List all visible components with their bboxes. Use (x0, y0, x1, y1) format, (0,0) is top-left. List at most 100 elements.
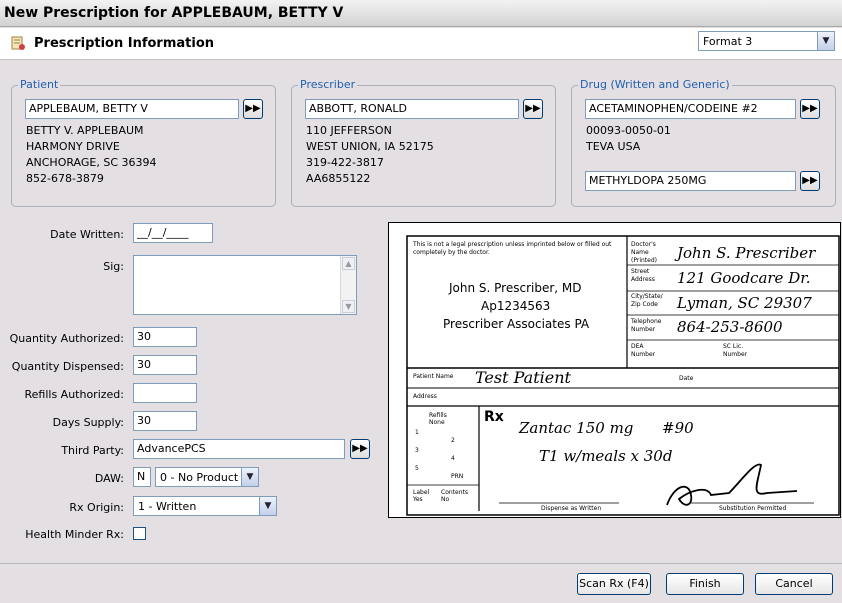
daw-code-input[interactable]: N (133, 467, 151, 487)
format-select[interactable]: Format 3 ▼ (698, 31, 835, 51)
chevron-down-icon[interactable]: ▼ (817, 32, 834, 50)
scan-refill-num: 3 (415, 447, 419, 454)
scan-hw-rx-line2: T1 w/meals x 30d (539, 447, 673, 465)
fast-forward-icon: ▶▶ (802, 175, 818, 186)
sig-label: Sig: (103, 260, 124, 273)
scanned-prescription-image: This is not a legal prescription unless … (388, 222, 841, 518)
patient-line: ANCHORAGE, SC 36394 (26, 156, 157, 169)
daw-label: DAW: (94, 472, 124, 485)
drug-lookup-button[interactable]: ▶▶ (800, 99, 820, 119)
scan-refill-num: 2 (451, 437, 455, 444)
fast-forward-icon: ▶▶ (802, 103, 818, 114)
prescriber-legend: Prescriber (298, 78, 358, 91)
scan-refill-num: PRN (451, 473, 464, 480)
prescriber-line: AA6855122 (306, 172, 371, 185)
fast-forward-icon: ▶▶ (525, 103, 541, 114)
date-written-label: Date Written: (50, 228, 124, 241)
scan-refill-num: 1 (415, 429, 419, 436)
generic-drug-lookup-button[interactable]: ▶▶ (800, 171, 820, 191)
drug-input[interactable]: ACETAMINOPHEN/CODEINE #2 (585, 99, 796, 119)
scan-label-sclic: SC Lic. Number (723, 343, 748, 358)
chevron-down-icon[interactable]: ▼ (241, 468, 258, 486)
patient-line: HARMONY DRIVE (26, 140, 120, 153)
health-minder-label: Health Minder Rx: (25, 528, 124, 541)
quantity-authorized-input[interactable]: 30 (133, 327, 197, 347)
scan-label-doctor: Doctor's Name (Printed) (631, 241, 657, 264)
finish-button[interactable]: Finish (666, 573, 744, 595)
scan-label-phone: Telephone Number (631, 318, 662, 333)
quantity-authorized-label: Quantity Authorized: (9, 332, 124, 345)
fast-forward-icon: ▶▶ (245, 103, 261, 114)
quantity-dispensed-input[interactable]: 30 (133, 355, 197, 375)
drug-line: TEVA USA (586, 140, 641, 153)
scroll-down-icon[interactable]: ▼ (342, 300, 355, 313)
scan-hw-rx-line1: Zantac 150 mg #90 (519, 419, 694, 437)
scan-dea-number: Ap1234563 (481, 299, 551, 313)
scan-label-patient: Patient Name (413, 373, 454, 380)
scan-hw-street: 121 Goodcare Dr. (677, 269, 811, 287)
daw-select[interactable]: 0 - No Product Se ▼ (155, 467, 259, 487)
chevron-down-icon[interactable]: ▼ (259, 497, 276, 515)
footer-bar: Scan Rx (F4) Finish Cancel (0, 563, 842, 603)
quantity-dispensed-label: Quantity Dispensed: (11, 360, 124, 373)
window-title-bar: New Prescription for APPLEBAUM, BETTY V (0, 0, 842, 27)
scan-refill-num: 4 (451, 455, 455, 462)
scan-rx-symbol: Rx (484, 409, 504, 425)
prescriber-input[interactable]: ABBOTT, RONALD (305, 99, 519, 119)
drug-legend: Drug (Written and Generic) (578, 78, 732, 91)
scan-hw-name: John S. Prescriber (677, 244, 816, 262)
sig-scrollbar[interactable]: ▲ ▼ (340, 256, 356, 314)
third-party-input[interactable]: AdvancePCS (133, 439, 345, 459)
refills-authorized-input[interactable] (133, 383, 197, 403)
scan-label-dea: DEA Number (631, 343, 656, 358)
patient-line: 852-678-3879 (26, 172, 104, 185)
window-title: New Prescription for APPLEBAUM, BETTY V (4, 5, 344, 21)
scan-hw-patient: Test Patient (475, 368, 571, 387)
scan-practice: Prescriber Associates PA (443, 317, 590, 331)
third-party-lookup-button[interactable]: ▶▶ (350, 439, 370, 459)
scan-hw-city: Lyman, SC 29307 (677, 294, 812, 312)
daw-select-value: 0 - No Product Se (160, 471, 242, 484)
scan-label-dispense: Dispense as Written (541, 505, 602, 512)
scan-label-label: Label Yes (413, 489, 430, 503)
rx-origin-select-value: 1 - Written (138, 500, 197, 513)
patient-line: BETTY V. APPLEBAUM (26, 124, 144, 137)
scan-refill-num: 5 (415, 465, 419, 472)
scan-notice: This is not a legal prescription unless … (413, 241, 612, 256)
date-written-input[interactable]: __/__/____ (133, 223, 213, 243)
rx-origin-select[interactable]: 1 - Written ▼ (133, 496, 277, 516)
prescription-icon (11, 36, 25, 50)
days-supply-label: Days Supply: (52, 416, 124, 429)
patient-lookup-button[interactable]: ▶▶ (243, 99, 263, 119)
section-header: Prescription Information Format 3 ▼ (0, 28, 842, 60)
scan-label-contents: Contents No (441, 489, 468, 503)
format-select-value: Format 3 (703, 35, 753, 48)
fast-forward-icon: ▶▶ (352, 443, 368, 454)
scan-label-date: Date (679, 375, 694, 382)
health-minder-checkbox[interactable] (133, 527, 146, 540)
scan-hw-phone: 864-253-8600 (677, 318, 783, 336)
sig-textarea[interactable]: ▲ ▼ (133, 255, 357, 315)
rx-origin-label: Rx Origin: (69, 501, 124, 514)
patient-legend: Patient (18, 78, 61, 91)
prescriber-line: WEST UNION, IA 52175 (306, 140, 434, 153)
generic-drug-input[interactable]: METHYLDOPA 250MG (585, 171, 796, 191)
scan-label-address: Address (413, 393, 437, 400)
prescriber-lookup-button[interactable]: ▶▶ (523, 99, 543, 119)
scroll-up-icon[interactable]: ▲ (342, 257, 355, 270)
prescriber-line: 110 JEFFERSON (306, 124, 392, 137)
scan-doctor-name: John S. Prescriber, MD (449, 281, 582, 295)
cancel-button[interactable]: Cancel (755, 573, 833, 595)
scan-label-substitution: Substitution Permitted (719, 505, 787, 512)
scan-label-street: Street Address (631, 268, 655, 283)
prescriber-line: 319-422-3817 (306, 156, 384, 169)
page-title: Prescription Information (34, 36, 215, 51)
scan-label-city: City/State/ Zip Code (631, 293, 663, 308)
patient-input[interactable]: APPLEBAUM, BETTY V (25, 99, 239, 119)
scan-label-refills: Refills None (429, 412, 447, 426)
drug-line: 00093-0050-01 (586, 124, 671, 137)
refills-authorized-label: Refills Authorized: (24, 388, 124, 401)
scan-rx-button[interactable]: Scan Rx (F4) (577, 573, 651, 595)
third-party-label: Third Party: (61, 444, 124, 457)
days-supply-input[interactable]: 30 (133, 411, 197, 431)
